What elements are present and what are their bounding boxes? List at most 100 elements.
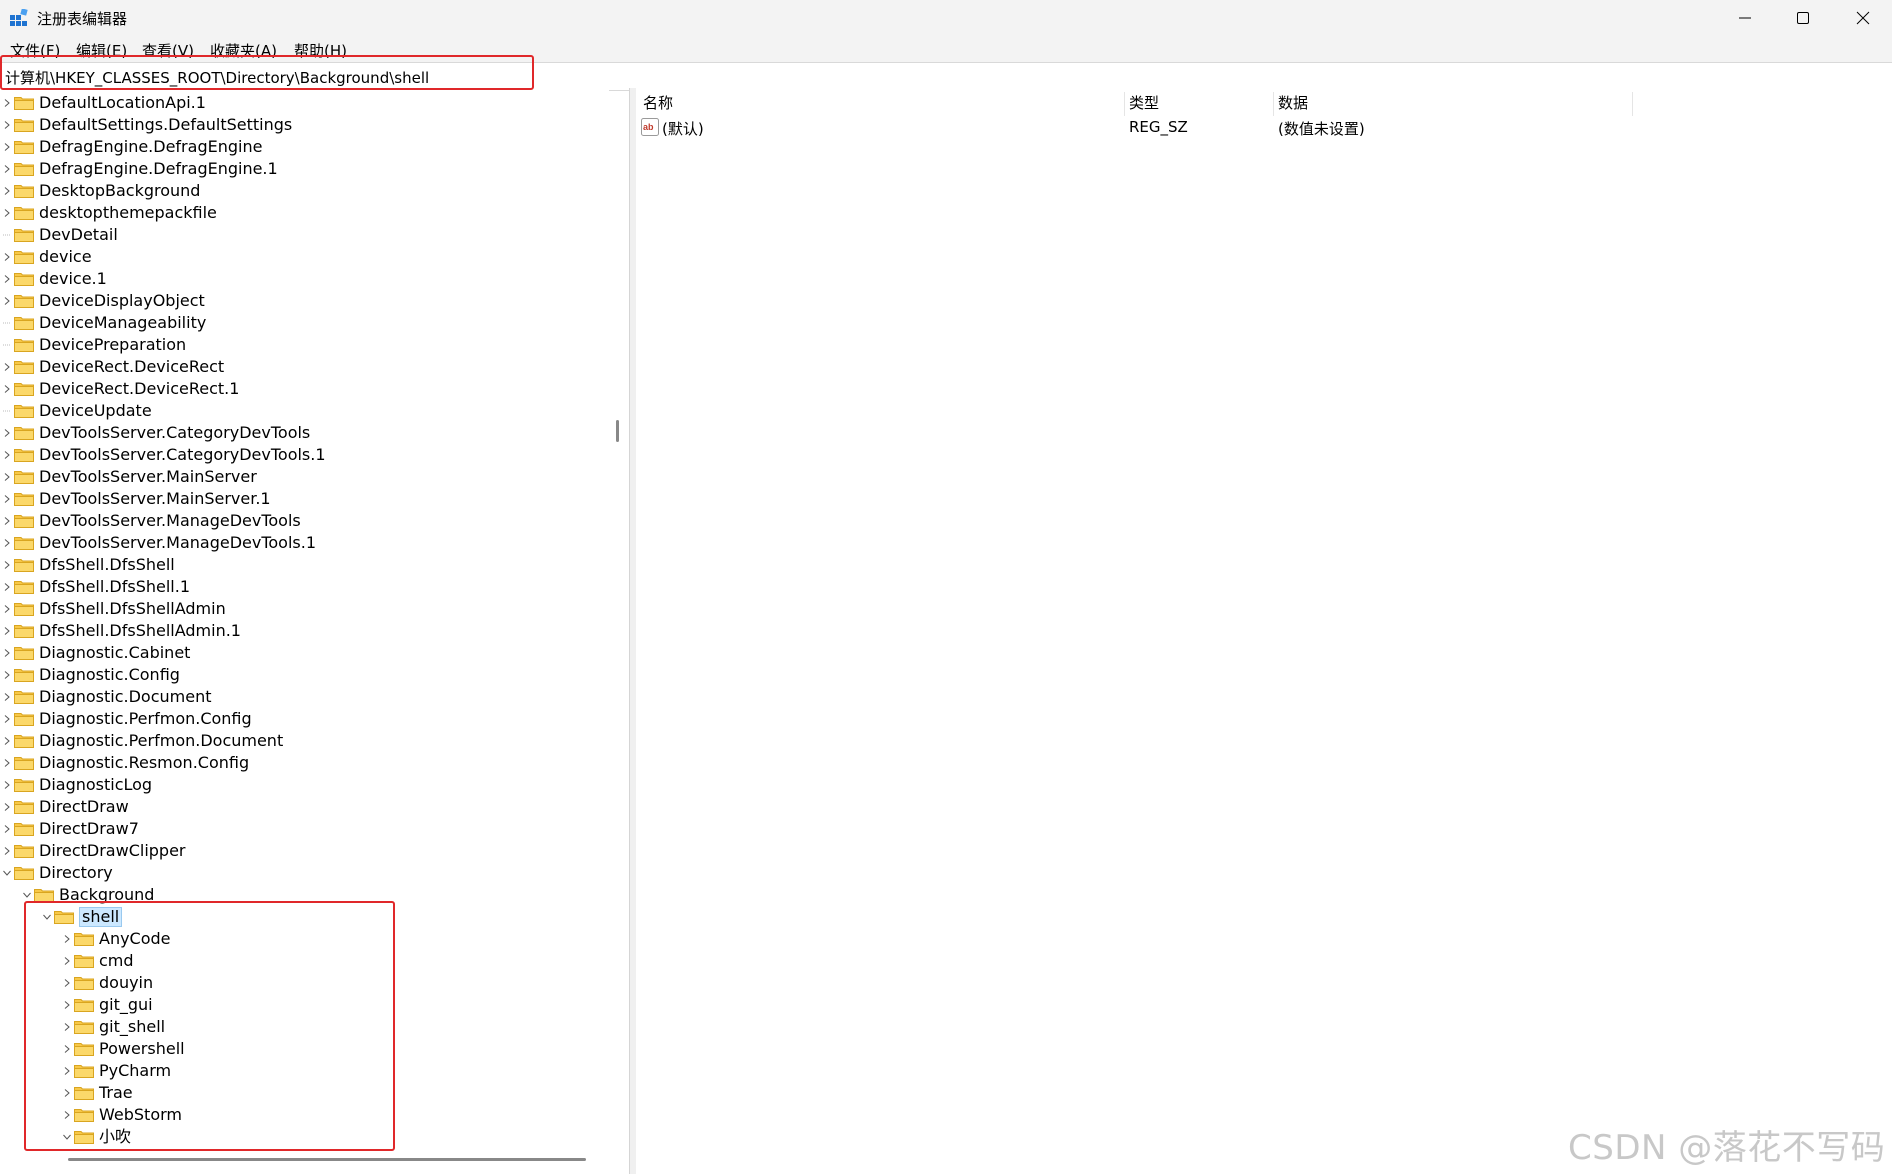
- chevron-right-icon[interactable]: [2, 620, 12, 642]
- value-name[interactable]: (默认): [662, 118, 704, 139]
- chevron-right-icon[interactable]: [2, 268, 12, 290]
- close-button[interactable]: [1834, 0, 1892, 36]
- minimize-button[interactable]: [1716, 0, 1774, 36]
- tree-item[interactable]: DefragEngine.DefragEngine: [2, 136, 262, 158]
- maximize-button[interactable]: [1774, 0, 1832, 36]
- tree-item-label: Diagnostic.Config: [39, 665, 180, 684]
- tree-item[interactable]: desktopthemepackfile: [2, 202, 217, 224]
- chevron-right-icon[interactable]: [2, 356, 12, 378]
- tree-item[interactable]: DeviceUpdate: [2, 400, 152, 422]
- tree-item-label: DeviceUpdate: [39, 401, 152, 420]
- tree-item[interactable]: DefaultLocationApi.1: [2, 92, 206, 114]
- column-separator[interactable]: [1273, 92, 1274, 116]
- chevron-right-icon[interactable]: [2, 378, 12, 400]
- chevron-down-icon[interactable]: [2, 862, 12, 884]
- chevron-right-icon[interactable]: [2, 202, 12, 224]
- tree-item[interactable]: Diagnostic.Cabinet: [2, 642, 190, 664]
- tree-item[interactable]: DirectDraw: [2, 796, 129, 818]
- tree-item-label: DeviceDisplayObject: [39, 291, 205, 310]
- chevron-right-icon[interactable]: [2, 246, 12, 268]
- tree-item[interactable]: device.1: [2, 268, 107, 290]
- tree-item[interactable]: DefragEngine.DefragEngine.1: [2, 158, 278, 180]
- chevron-right-icon[interactable]: [2, 598, 12, 620]
- folder-icon: [14, 757, 34, 770]
- column-header-data[interactable]: 数据: [1278, 92, 1308, 113]
- tree-item[interactable]: DevicePreparation: [2, 334, 186, 356]
- folder-icon: [14, 339, 34, 352]
- tree-item[interactable]: Directory: [2, 862, 113, 884]
- tree-item[interactable]: DeviceManageability: [2, 312, 206, 334]
- tree-item[interactable]: DfsShell.DfsShellAdmin.1: [2, 620, 241, 642]
- chevron-right-icon[interactable]: [2, 532, 12, 554]
- tree-vertical-scrollbar[interactable]: [616, 420, 619, 442]
- chevron-right-icon[interactable]: [2, 840, 12, 862]
- tree-item[interactable]: DiagnosticLog: [2, 774, 152, 796]
- tree-item[interactable]: DefaultSettings.DefaultSettings: [2, 114, 292, 136]
- tree-item[interactable]: DfsShell.DfsShellAdmin: [2, 598, 226, 620]
- tree-item[interactable]: DeviceRect.DeviceRect.1: [2, 378, 239, 400]
- folder-icon: [14, 823, 34, 836]
- column-header-name[interactable]: 名称: [643, 92, 673, 113]
- tree-item[interactable]: DesktopBackground: [2, 180, 200, 202]
- chevron-right-icon[interactable]: [2, 730, 12, 752]
- tree-item[interactable]: DevDetail: [2, 224, 118, 246]
- chevron-right-icon[interactable]: [2, 136, 12, 158]
- tree-item-label: Diagnostic.Document: [39, 687, 212, 706]
- folder-icon: [14, 185, 34, 198]
- chevron-right-icon[interactable]: [2, 686, 12, 708]
- tree-item[interactable]: DfsShell.DfsShell.1: [2, 576, 190, 598]
- chevron-right-icon[interactable]: [2, 92, 12, 114]
- folder-icon: [14, 295, 34, 308]
- chevron-right-icon[interactable]: [2, 796, 12, 818]
- tree-item[interactable]: DevToolsServer.ManageDevTools: [2, 510, 301, 532]
- shell-subtree-highlight-box: [24, 901, 395, 1151]
- chevron-right-icon[interactable]: [2, 818, 12, 840]
- chevron-right-icon[interactable]: [2, 554, 12, 576]
- chevron-right-icon[interactable]: [2, 576, 12, 598]
- chevron-right-icon[interactable]: [2, 114, 12, 136]
- chevron-right-icon[interactable]: [2, 422, 12, 444]
- chevron-right-icon[interactable]: [2, 444, 12, 466]
- tree-item[interactable]: DirectDraw7: [2, 818, 139, 840]
- column-header-type[interactable]: 类型: [1129, 92, 1159, 113]
- tree-item[interactable]: DevToolsServer.CategoryDevTools: [2, 422, 310, 444]
- chevron-right-icon[interactable]: [2, 708, 12, 730]
- chevron-right-icon[interactable]: [2, 510, 12, 532]
- column-separator[interactable]: [1632, 92, 1633, 116]
- tree-item[interactable]: DevToolsServer.MainServer.1: [2, 488, 271, 510]
- tree-item[interactable]: device: [2, 246, 92, 268]
- folder-icon: [14, 779, 34, 792]
- tree-item[interactable]: DevToolsServer.ManageDevTools.1: [2, 532, 316, 554]
- folder-icon: [14, 427, 34, 440]
- chevron-right-icon[interactable]: [2, 752, 12, 774]
- tree-item-label: DfsShell.DfsShellAdmin.1: [39, 621, 241, 640]
- tree-item[interactable]: Diagnostic.Perfmon.Config: [2, 708, 252, 730]
- chevron-right-icon[interactable]: [2, 290, 12, 312]
- tree-item-label: DiagnosticLog: [39, 775, 153, 794]
- tree-item-label: DevicePreparation: [39, 335, 187, 354]
- chevron-right-icon[interactable]: [2, 180, 12, 202]
- tree-item[interactable]: Diagnostic.Resmon.Config: [2, 752, 249, 774]
- tree-horizontal-scrollbar[interactable]: [68, 1158, 586, 1161]
- tree-item[interactable]: Diagnostic.Config: [2, 664, 180, 686]
- tree-item[interactable]: Diagnostic.Perfmon.Document: [2, 730, 283, 752]
- chevron-right-icon[interactable]: [2, 466, 12, 488]
- column-separator[interactable]: [1124, 92, 1125, 116]
- chevron-right-icon[interactable]: [2, 488, 12, 510]
- tree-item[interactable]: DevToolsServer.MainServer: [2, 466, 257, 488]
- values-list[interactable]: [636, 88, 1892, 1174]
- chevron-right-icon[interactable]: [2, 158, 12, 180]
- tree-item[interactable]: DfsShell.DfsShell: [2, 554, 175, 576]
- tree-item[interactable]: Diagnostic.Document: [2, 686, 211, 708]
- tree-connector-line: [2, 334, 12, 356]
- tree-item[interactable]: DirectDrawClipper: [2, 840, 186, 862]
- tree-item[interactable]: DeviceDisplayObject: [2, 290, 205, 312]
- tree-item[interactable]: DeviceRect.DeviceRect: [2, 356, 224, 378]
- tree-item-label: DefaultSettings.DefaultSettings: [39, 115, 293, 134]
- tree-item[interactable]: DevToolsServer.CategoryDevTools.1: [2, 444, 326, 466]
- chevron-right-icon[interactable]: [2, 774, 12, 796]
- tree-item-label: DeviceRect.DeviceRect: [39, 357, 225, 376]
- chevron-right-icon[interactable]: [2, 642, 12, 664]
- chevron-right-icon[interactable]: [2, 664, 12, 686]
- tree-item-label: Diagnostic.Cabinet: [39, 643, 191, 662]
